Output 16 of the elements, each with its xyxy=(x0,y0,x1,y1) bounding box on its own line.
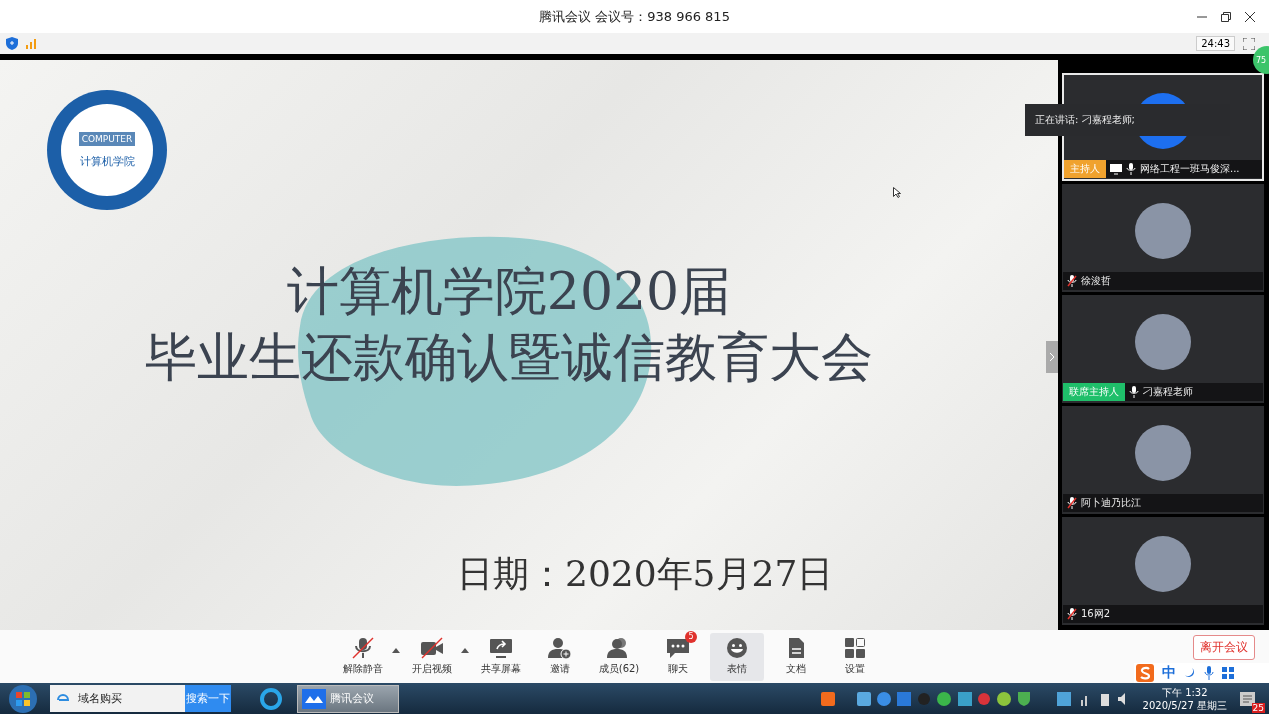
slide-date: 日期：2020年5月27日 xyxy=(457,552,835,596)
participant-name: 网络工程一班马俊深... xyxy=(1140,162,1240,176)
logo-caption: 计算机学院 xyxy=(79,153,135,169)
role-badge: 联席主持人 xyxy=(1063,383,1125,401)
unread-badge: 5 xyxy=(685,631,697,643)
participant-name: 徐浚哲 xyxy=(1081,274,1111,288)
clock-date: 2020/5/27 星期三 xyxy=(1142,698,1227,712)
participant-name: 16网2 xyxy=(1081,607,1111,621)
logo-text: COMPUTER xyxy=(78,131,136,146)
clock-time: 下午 1:32 xyxy=(1161,685,1208,699)
window-title: 腾讯会议 会议号：938 966 815 xyxy=(539,7,730,26)
meeting-timer: 24:43 xyxy=(1196,36,1235,51)
participant-name: 阿卜迪乃比江 xyxy=(1081,496,1141,510)
participant-name: 刁嘉程老师 xyxy=(1143,385,1193,399)
role-badge: 主持人 xyxy=(1064,160,1106,178)
notification-badge: 25 xyxy=(1251,702,1265,713)
